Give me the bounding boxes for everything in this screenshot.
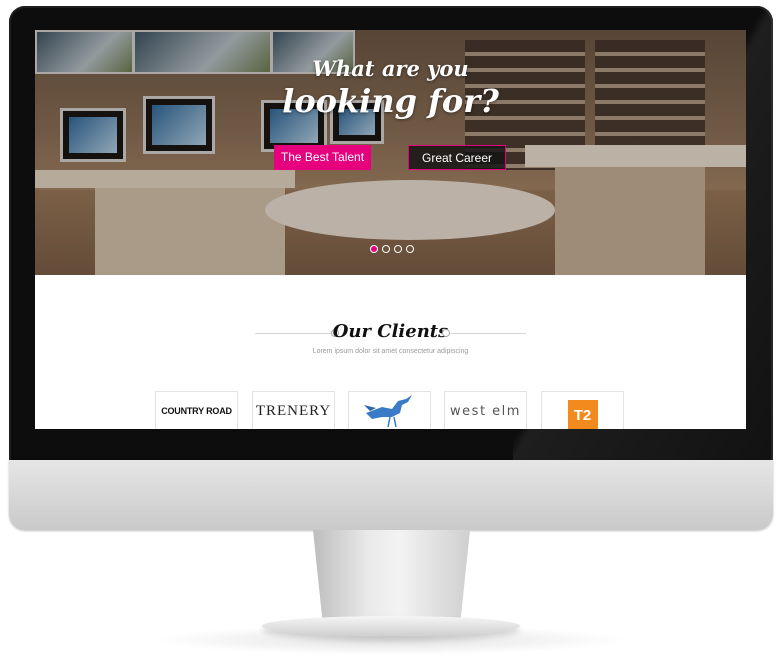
slider-dot-1[interactable] [370, 245, 378, 253]
monitor-stand-neck [313, 530, 470, 620]
clients-subtitle: Lorem ipsum dolor sit amet consectetur a… [312, 348, 469, 355]
west-elm-wordmark: west elm [450, 403, 521, 419]
stork-bird-icon [363, 395, 412, 428]
hero-title-line2: looking for? [282, 82, 499, 120]
hero-slider: What are you looking for? The Best Talen… [35, 30, 746, 275]
client-logo-west-elm[interactable]: west elm [444, 391, 527, 429]
client-logo-stork[interactable] [348, 391, 431, 429]
monitor-chin [9, 460, 773, 530]
slider-dot-3[interactable] [394, 245, 402, 253]
slider-dot-4[interactable] [406, 245, 414, 253]
t2-wordmark: T2 [567, 400, 598, 429]
client-logo-country-road[interactable]: COUNTRY ROAD [155, 391, 238, 429]
title-divider-right [450, 333, 526, 334]
website-screen: What are you looking for? The Best Talen… [35, 30, 746, 429]
slider-dot-2[interactable] [382, 245, 390, 253]
trenery-wordmark: TRENERY [255, 402, 332, 419]
best-talent-button[interactable]: The Best Talent [274, 145, 371, 170]
clients-section: Our Clients Lorem ipsum dolor sit amet c… [35, 275, 746, 429]
monitor-stand-base [262, 616, 520, 636]
hero-title-line1: What are you [312, 56, 469, 81]
divider-ring-right [442, 329, 450, 337]
slider-pagination [370, 245, 414, 253]
country-road-wordmark: COUNTRY ROAD [161, 406, 232, 416]
client-logo-t2[interactable]: T2 [541, 391, 624, 429]
clients-title: Our Clients [332, 321, 449, 342]
client-logo-trenery[interactable]: TRENERY [252, 391, 335, 429]
great-career-button[interactable]: Great Career [408, 145, 506, 170]
